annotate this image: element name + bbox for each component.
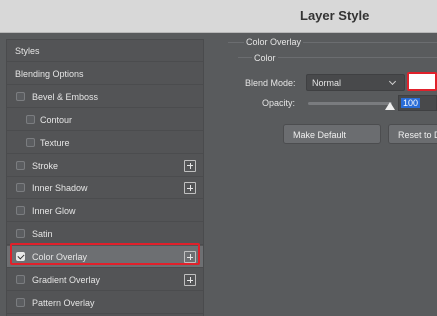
blend-mode-label: Blend Mode: [245, 78, 296, 88]
sidebar-item-label: Satin [32, 229, 53, 240]
chevron-down-icon [388, 77, 397, 86]
color-overlay-panel: Color Overlay Color Blend Mode: Normal O… [228, 37, 437, 316]
sidebar-item-texture[interactable]: Texture [7, 132, 203, 154]
sidebar-item-styles[interactable]: Styles [7, 40, 203, 62]
sidebar-item-label: Gradient Overlay [32, 275, 101, 285]
sidebar-item-gradient-overlay[interactable]: Gradient Overlay [7, 269, 203, 291]
opacity-value: 100 [401, 98, 421, 108]
sidebar-item-bevel-emboss[interactable]: Bevel & Emboss [7, 86, 203, 108]
opacity-input[interactable]: 100 [398, 95, 437, 111]
group-title: Color Overlay [244, 37, 304, 47]
sidebar-item-inner-shadow[interactable]: Inner Shadow [7, 177, 203, 200]
overlay-color-swatch[interactable] [407, 72, 437, 91]
sidebar-item-pattern-overlay[interactable]: Pattern Overlay [7, 292, 203, 314]
blend-mode-value: Normal [312, 78, 342, 88]
sidebar-item-label: Texture [40, 137, 70, 148]
checkbox[interactable] [16, 183, 25, 193]
sidebar-item-satin[interactable]: Satin [7, 223, 203, 246]
reset-to-default-label: Reset to Default [398, 130, 437, 140]
checkbox[interactable] [16, 297, 25, 307]
checkbox[interactable] [26, 114, 35, 124]
blend-mode-select[interactable]: Normal [306, 74, 405, 91]
sidebar-item-label: Color Overlay [32, 252, 88, 263]
reset-to-default-button[interactable]: Reset to Default [388, 124, 437, 144]
styles-sidebar: Styles Blending Options Bevel & Emboss Cont… [6, 39, 204, 316]
checkbox[interactable] [16, 91, 25, 101]
sidebar-item-label: Inner Glow [32, 206, 76, 217]
checkbox[interactable] [16, 229, 25, 239]
checkbox[interactable] [16, 160, 25, 170]
checkbox[interactable] [26, 137, 35, 147]
sidebar-item-blending-options[interactable]: Blending Options [7, 63, 203, 85]
sidebar-item-label: Stroke [32, 160, 59, 171]
sidebar-item-label: Bevel & Emboss [32, 91, 99, 102]
add-icon[interactable] [184, 251, 196, 264]
subgroup-title: Color [252, 53, 278, 63]
sidebar-item-label: Blending Options [15, 68, 84, 79]
checkbox[interactable] [16, 252, 25, 262]
sidebar-item-stroke[interactable]: Stroke [7, 155, 203, 177]
make-default-button[interactable]: Make Default [283, 124, 381, 144]
checkbox[interactable] [16, 206, 25, 216]
add-icon[interactable] [184, 182, 196, 195]
title-bar[interactable]: Layer Style [0, 0, 437, 33]
opacity-slider-thumb[interactable] [385, 102, 395, 110]
dialog-title: Layer Style [300, 8, 370, 23]
sidebar-item-contour[interactable]: Contour [7, 109, 203, 131]
sidebar-item-label: Contour [40, 114, 73, 125]
checkbox[interactable] [16, 275, 25, 284]
layer-style-dialog: Layer Style Styles Blending Options Bevel … [0, 0, 437, 316]
add-icon[interactable] [184, 159, 196, 172]
sidebar-item-inner-glow[interactable]: Inner Glow [7, 200, 203, 223]
opacity-slider-track[interactable] [308, 102, 392, 105]
opacity-label: Opacity: [262, 98, 296, 108]
sidebar-item-label: Pattern Overlay [32, 297, 95, 308]
sidebar-item-color-overlay[interactable]: Color Overlay [7, 246, 203, 269]
add-icon[interactable] [184, 274, 196, 286]
sidebar-item-label: Styles [15, 46, 40, 56]
sidebar-item-label: Inner Shadow [32, 183, 88, 194]
make-default-label: Make Default [293, 130, 347, 140]
